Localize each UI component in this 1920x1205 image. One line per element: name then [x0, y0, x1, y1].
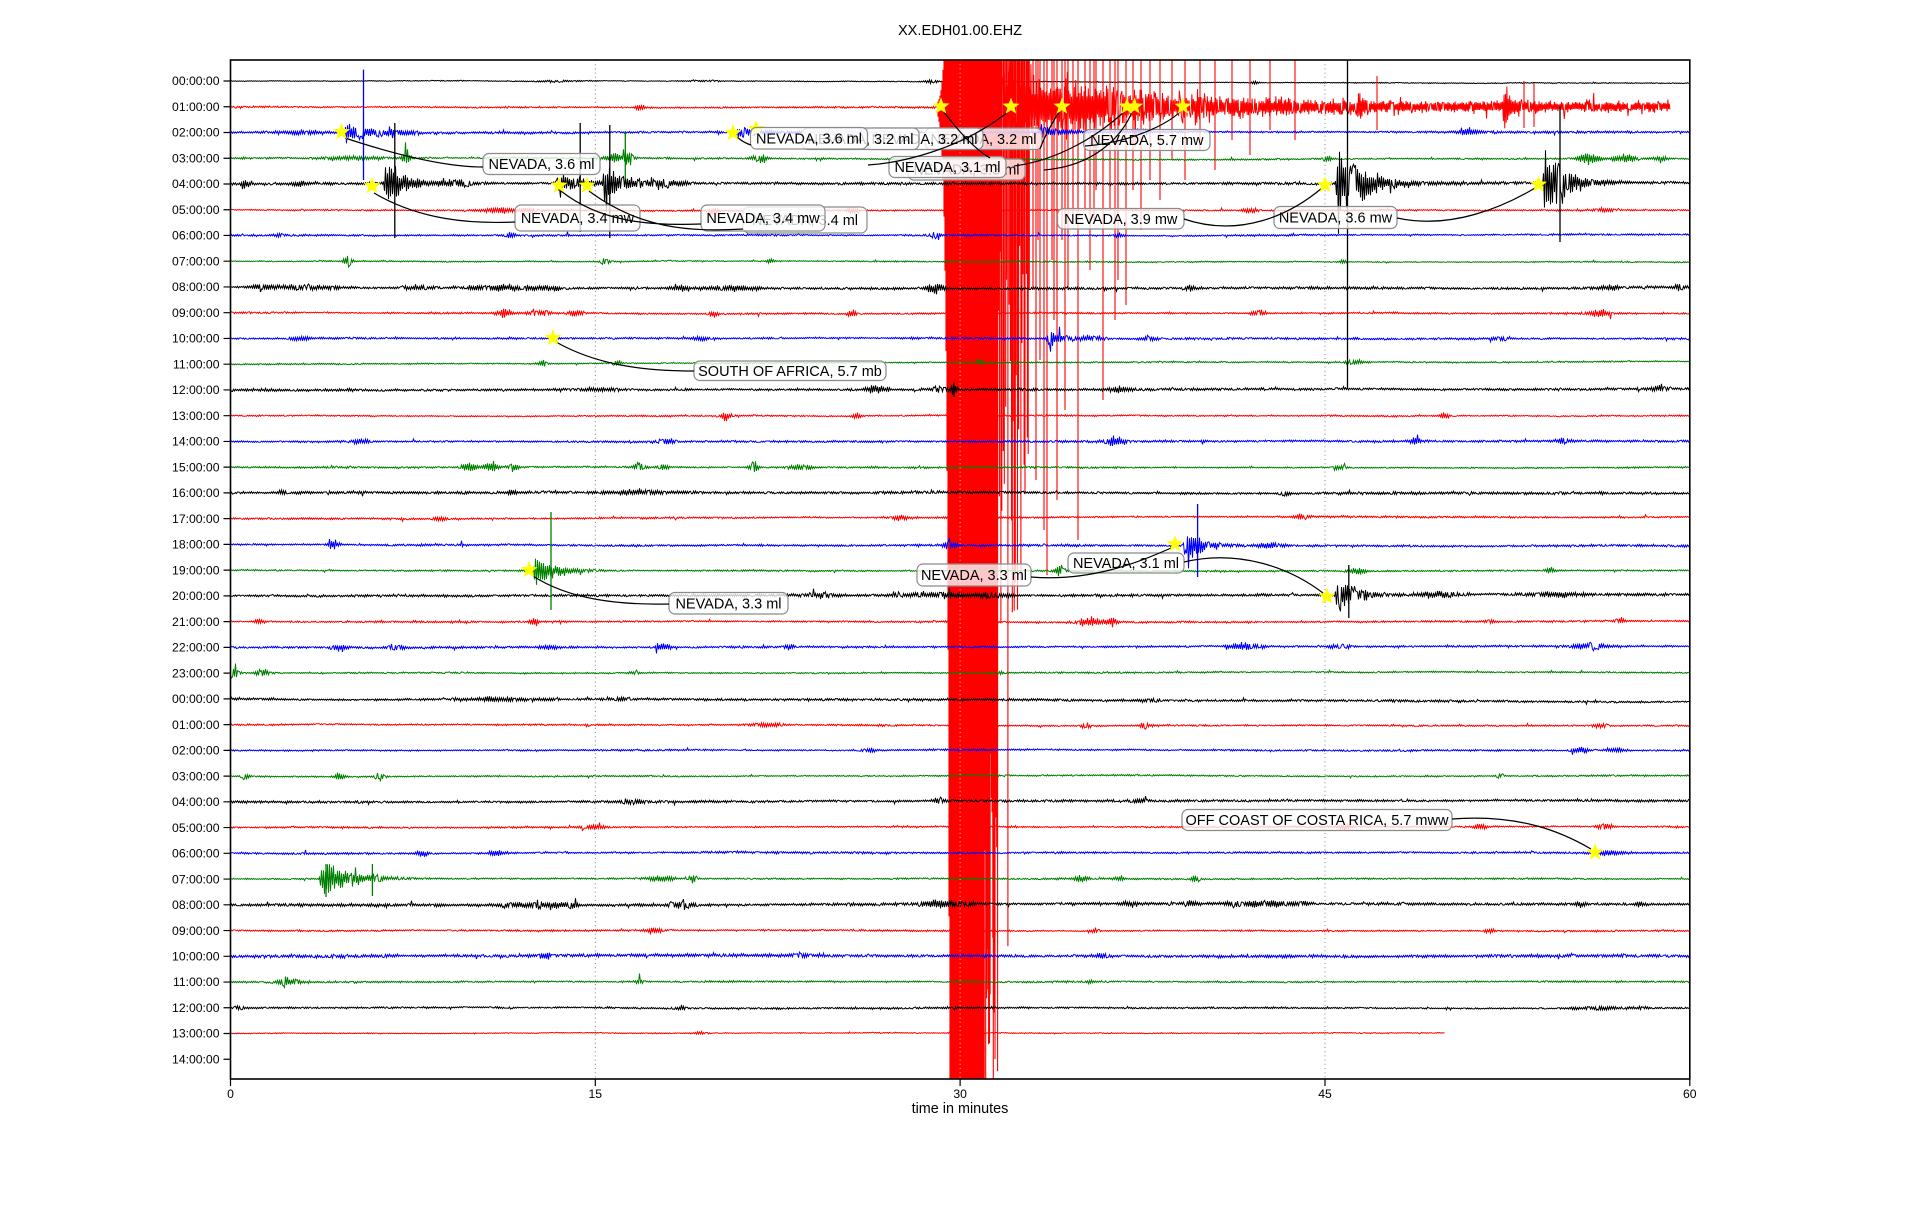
svg-text:09:00:00: 09:00:00 — [172, 306, 220, 320]
svg-text:10:00:00: 10:00:00 — [172, 332, 220, 346]
svg-text:07:00:00: 07:00:00 — [172, 872, 220, 886]
svg-text:NEVADA, 3.4 mw: NEVADA, 3.4 mw — [521, 211, 635, 227]
svg-text:15:00:00: 15:00:00 — [172, 460, 220, 474]
svg-text:00:00:00: 00:00:00 — [172, 692, 220, 706]
svg-text:22:00:00: 22:00:00 — [172, 641, 220, 655]
svg-text:NEVADA, 3.1 ml: NEVADA, 3.1 ml — [1073, 556, 1179, 572]
svg-text:08:00:00: 08:00:00 — [172, 280, 220, 294]
svg-text:13:00:00: 13:00:00 — [172, 409, 220, 423]
svg-text:05:00:00: 05:00:00 — [172, 821, 220, 835]
svg-text:06:00:00: 06:00:00 — [172, 847, 220, 861]
svg-text:08:00:00: 08:00:00 — [172, 898, 220, 912]
svg-text:06:00:00: 06:00:00 — [172, 229, 220, 243]
svg-text:OFF COAST OF COSTA RICA, 5.7 m: OFF COAST OF COSTA RICA, 5.7 mww — [1186, 813, 1449, 829]
svg-text:45: 45 — [1318, 1087, 1332, 1101]
svg-text:03:00:00: 03:00:00 — [172, 151, 220, 165]
svg-text:00:00:00: 00:00:00 — [172, 74, 220, 88]
svg-text:23:00:00: 23:00:00 — [172, 666, 220, 680]
svg-text:02:00:00: 02:00:00 — [172, 126, 220, 140]
svg-text:09:00:00: 09:00:00 — [172, 924, 220, 938]
svg-text:30: 30 — [953, 1087, 967, 1101]
svg-text:19:00:00: 19:00:00 — [172, 563, 220, 577]
svg-text:time in minutes: time in minutes — [912, 1101, 1009, 1117]
svg-text:NEVADA, 3.3 ml: NEVADA, 3.3 ml — [921, 568, 1027, 584]
svg-text:14:00:00: 14:00:00 — [172, 1053, 220, 1067]
svg-text:NEVADA, 3.6 mw: NEVADA, 3.6 mw — [1279, 211, 1393, 227]
svg-text:NEVADA, 3.1 ml: NEVADA, 3.1 ml — [894, 160, 1000, 176]
svg-text:SOUTH OF AFRICA, 5.7 mb: SOUTH OF AFRICA, 5.7 mb — [698, 364, 882, 380]
svg-text:NEVADA, 3.4 mw: NEVADA, 3.4 mw — [706, 211, 820, 227]
svg-text:15: 15 — [589, 1087, 603, 1101]
svg-text:04:00:00: 04:00:00 — [172, 795, 220, 809]
svg-text:20:00:00: 20:00:00 — [172, 589, 220, 603]
svg-text:21:00:00: 21:00:00 — [172, 615, 220, 629]
svg-text:07:00:00: 07:00:00 — [172, 254, 220, 268]
svg-text:10:00:00: 10:00:00 — [172, 950, 220, 964]
svg-text:13:00:00: 13:00:00 — [172, 1027, 220, 1041]
svg-text:NEVADA, 3.9 mw: NEVADA, 3.9 mw — [1064, 212, 1178, 228]
svg-text:NEVADA, 3.6 ml: NEVADA, 3.6 ml — [756, 131, 862, 147]
svg-text:01:00:00: 01:00:00 — [172, 718, 220, 732]
svg-text:05:00:00: 05:00:00 — [172, 203, 220, 217]
svg-text:03:00:00: 03:00:00 — [172, 769, 220, 783]
svg-text:NEVADA, 3.6 ml: NEVADA, 3.6 ml — [488, 157, 594, 173]
svg-text:18:00:00: 18:00:00 — [172, 538, 220, 552]
svg-text:NEVADA, 3.3 ml: NEVADA, 3.3 ml — [675, 596, 781, 612]
svg-text:02:00:00: 02:00:00 — [172, 744, 220, 758]
svg-text:16:00:00: 16:00:00 — [172, 486, 220, 500]
svg-text:11:00:00: 11:00:00 — [173, 357, 220, 371]
svg-text:XX.EDH01.00.EHZ: XX.EDH01.00.EHZ — [898, 23, 1022, 39]
svg-text:11:00:00: 11:00:00 — [173, 975, 220, 989]
svg-text:17:00:00: 17:00:00 — [172, 512, 220, 526]
svg-text:60: 60 — [1683, 1087, 1697, 1101]
svg-text:04:00:00: 04:00:00 — [172, 177, 220, 191]
svg-text:0: 0 — [227, 1087, 234, 1101]
svg-text:01:00:00: 01:00:00 — [172, 100, 220, 114]
svg-text:14:00:00: 14:00:00 — [172, 435, 220, 449]
svg-text:12:00:00: 12:00:00 — [172, 1001, 220, 1015]
svg-text:NEVADA, 5.7 mw: NEVADA, 5.7 mw — [1090, 133, 1204, 149]
svg-text:12:00:00: 12:00:00 — [172, 383, 220, 397]
